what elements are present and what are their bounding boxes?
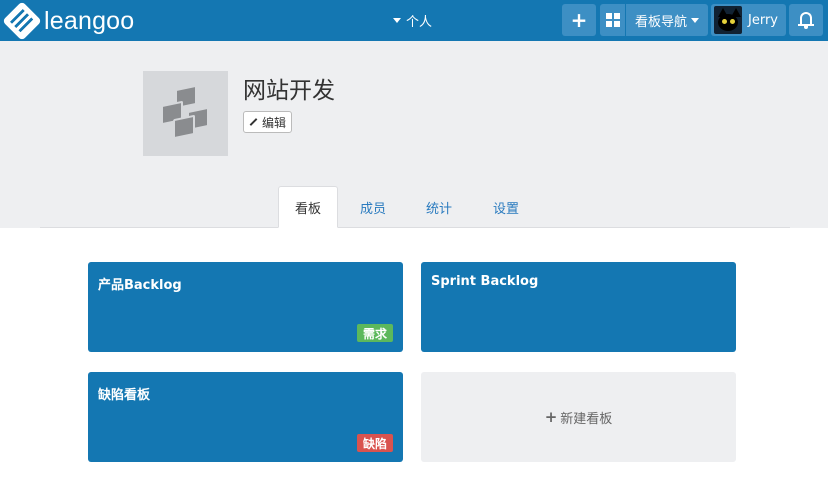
project-tabs: 看板 成员 统计 设置 <box>40 186 790 228</box>
board-title: 产品Backlog <box>98 278 182 293</box>
edit-project-button[interactable]: 编辑 <box>243 111 293 133</box>
tab-statistics-label: 统计 <box>425 201 452 217</box>
pencil-icon <box>249 118 258 126</box>
avatar <box>714 6 742 34</box>
project-title: 网站开发 <box>243 78 335 104</box>
tab-settings-label: 设置 <box>492 201 519 217</box>
brand-name: leangoo <box>44 6 135 35</box>
board-nav-dropdown[interactable]: 看板导航 <box>626 4 708 36</box>
notifications-button[interactable] <box>789 4 823 36</box>
bell-icon <box>798 11 814 29</box>
tab-boards[interactable]: 看板 <box>278 186 338 228</box>
board-card[interactable]: 产品Backlog 需求 <box>88 262 403 352</box>
tab-statistics[interactable]: 统计 <box>411 186 467 228</box>
new-board-label: 新建看板 <box>560 411 613 427</box>
board-tag: 缺陷 <box>356 434 393 452</box>
brand-logo-link[interactable]: leangoo <box>2 1 135 41</box>
board-card[interactable]: Sprint Backlog <box>421 262 736 352</box>
add-button[interactable]: + <box>562 4 596 36</box>
personal-menu-label: 个人 <box>406 15 433 30</box>
plus-icon: + <box>544 408 558 426</box>
new-board-button[interactable]: + 新建看板 <box>421 372 736 462</box>
personal-menu[interactable]: 个人 <box>393 11 432 30</box>
tab-settings[interactable]: 设置 <box>478 186 534 228</box>
board-nav-label: 看板导航 <box>634 14 687 30</box>
leangoo-logo-icon <box>2 1 42 41</box>
project-thumbnail <box>143 71 228 156</box>
edit-label: 编辑 <box>262 115 287 130</box>
caret-down-icon <box>393 18 401 23</box>
board-card[interactable]: 缺陷看板 缺陷 <box>88 372 403 462</box>
tab-members[interactable]: 成员 <box>345 186 401 228</box>
tab-boards-label: 看板 <box>294 201 321 217</box>
grid-icon <box>605 13 620 27</box>
user-menu[interactable]: Jerry <box>711 4 786 36</box>
user-name: Jerry <box>748 12 778 28</box>
tab-members-label: 成员 <box>359 201 386 217</box>
board-title: 缺陷看板 <box>98 388 151 403</box>
top-navbar: leangoo 个人 + 看板导航 Jerry <box>0 0 828 41</box>
board-grid-button[interactable] <box>600 4 625 36</box>
plus-icon: + <box>570 8 588 32</box>
caret-down-icon <box>691 17 699 23</box>
board-tag: 需求 <box>356 324 393 342</box>
board-title: Sprint Backlog <box>431 274 539 289</box>
cubes-icon <box>157 84 217 141</box>
